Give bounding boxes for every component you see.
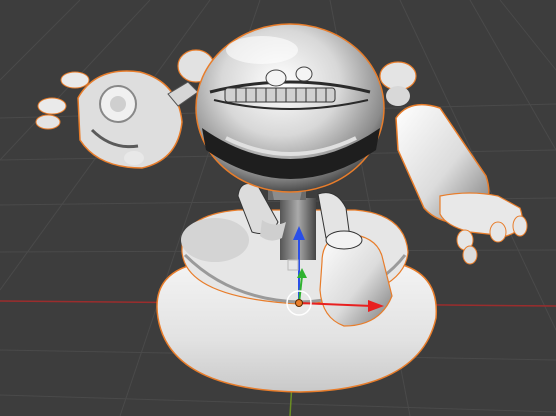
robot-mesh[interactable] xyxy=(35,23,528,393)
3d-viewport[interactable] xyxy=(0,0,556,416)
robot-left-arm xyxy=(35,49,215,169)
robot-head xyxy=(195,23,385,193)
object-origin-dot xyxy=(295,299,303,307)
viewport-canvas[interactable] xyxy=(0,0,556,416)
